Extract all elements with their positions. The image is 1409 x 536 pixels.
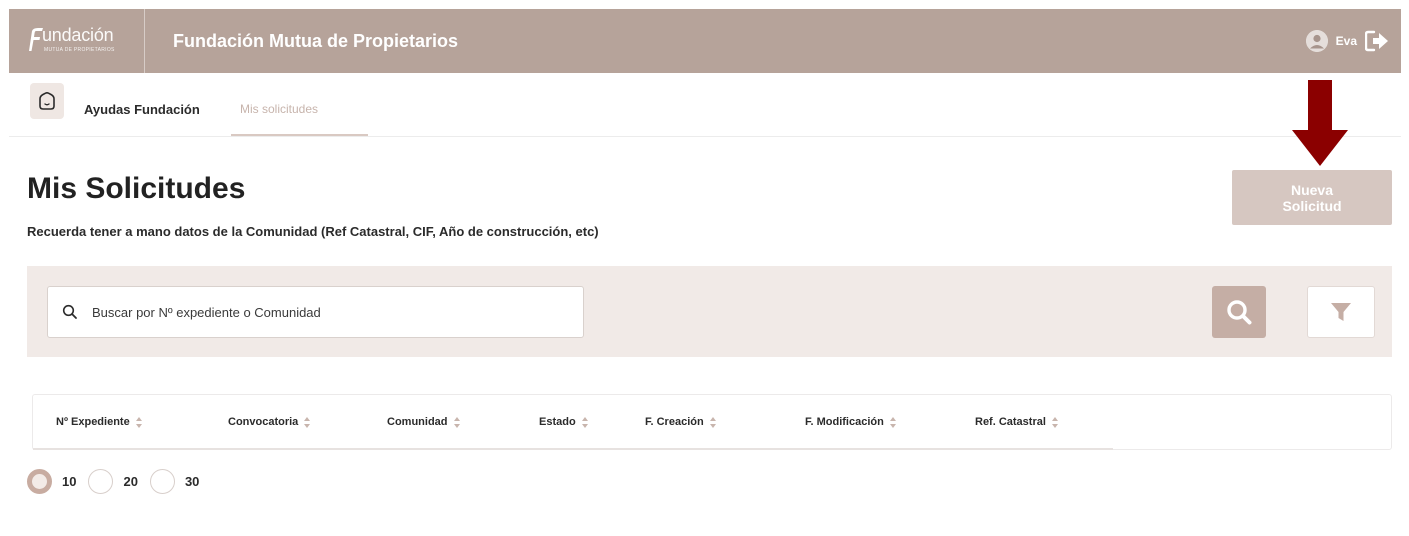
app-title: Fundación Mutua de Propietarios xyxy=(173,31,459,51)
radio-label: 20 xyxy=(123,473,138,489)
tab-mis-solicitudes[interactable]: Mis solicitudes xyxy=(240,102,318,116)
sort-icon[interactable] xyxy=(889,416,897,428)
page-size-option-10[interactable]: 10 xyxy=(27,468,77,494)
active-tab-underline xyxy=(231,134,368,136)
radio-label: 10 xyxy=(62,473,77,489)
sort-icon[interactable] xyxy=(453,416,461,428)
column-header-comunidad[interactable]: Comunidad xyxy=(387,416,461,428)
search-input[interactable] xyxy=(92,287,572,337)
header-divider xyxy=(144,9,145,73)
logout-icon[interactable] xyxy=(1365,30,1389,52)
column-label: F. Modificación xyxy=(805,416,884,428)
logo[interactable]: undación MUTUA DE PROPIETARIOS xyxy=(26,21,136,61)
breadcrumb-ayudas[interactable]: Ayudas Fundación xyxy=(84,102,200,117)
column-header-ref-catastral[interactable]: Ref. Catastral xyxy=(975,416,1059,428)
top-header: undación MUTUA DE PROPIETARIOS Fundación… xyxy=(9,9,1401,73)
radio-button[interactable] xyxy=(27,468,52,494)
radio-label: 30 xyxy=(184,473,200,489)
search-icon xyxy=(1227,300,1252,325)
search-icon xyxy=(62,304,77,319)
filter-icon xyxy=(1331,303,1351,321)
sort-icon[interactable] xyxy=(581,416,589,428)
user-avatar-icon[interactable] xyxy=(1305,30,1328,52)
column-header-estado[interactable]: Estado xyxy=(539,416,589,428)
logo-word: undación xyxy=(42,25,114,45)
filter-button[interactable] xyxy=(1307,286,1375,338)
house-icon xyxy=(39,92,55,110)
page-size-option-20[interactable]: 20 xyxy=(88,468,138,494)
sort-icon[interactable] xyxy=(709,416,717,428)
home-button[interactable] xyxy=(30,83,64,119)
radio-button[interactable] xyxy=(149,468,175,494)
table-header: Nº Expediente Convocatoria Comunidad Est… xyxy=(33,395,1113,450)
page-subtitle: Recuerda tener a mano datos de la Comuni… xyxy=(27,224,599,239)
page-size-option-30[interactable]: 30 xyxy=(149,468,200,494)
user-menu: Eva xyxy=(1305,27,1389,55)
column-header-convocatoria[interactable]: Convocatoria xyxy=(228,416,311,428)
column-label: Estado xyxy=(539,416,576,428)
sort-icon[interactable] xyxy=(135,416,143,428)
requests-table: Nº Expediente Convocatoria Comunidad Est… xyxy=(32,394,1392,450)
user-name[interactable]: Eva xyxy=(1336,34,1357,48)
new-request-button[interactable]: Nueva Solicitud xyxy=(1232,170,1392,225)
page-size-selector: 10 20 30 xyxy=(27,466,211,496)
page-title: Mis Solicitudes xyxy=(27,172,246,205)
search-button[interactable] xyxy=(1212,286,1266,338)
filter-bar xyxy=(27,266,1392,357)
sub-navigation: Ayudas Fundación Mis solicitudes xyxy=(9,73,1401,137)
column-header-expediente[interactable]: Nº Expediente xyxy=(56,416,143,428)
arrow-down-icon xyxy=(1292,80,1348,166)
column-label: F. Creación xyxy=(645,416,704,428)
column-label: Comunidad xyxy=(387,416,448,428)
column-label: Ref. Catastral xyxy=(975,416,1046,428)
sort-icon[interactable] xyxy=(1051,416,1059,428)
radio-button[interactable] xyxy=(88,468,114,494)
sort-icon[interactable] xyxy=(304,416,311,428)
column-header-fecha-creacion[interactable]: F. Creación xyxy=(645,416,717,428)
column-label: Nº Expediente xyxy=(56,416,130,428)
search-box xyxy=(47,286,584,338)
column-label: Convocatoria xyxy=(228,416,299,428)
column-header-fecha-modificacion[interactable]: F. Modificación xyxy=(805,416,897,428)
logo-subtitle: MUTUA DE PROPIETARIOS xyxy=(44,47,115,53)
